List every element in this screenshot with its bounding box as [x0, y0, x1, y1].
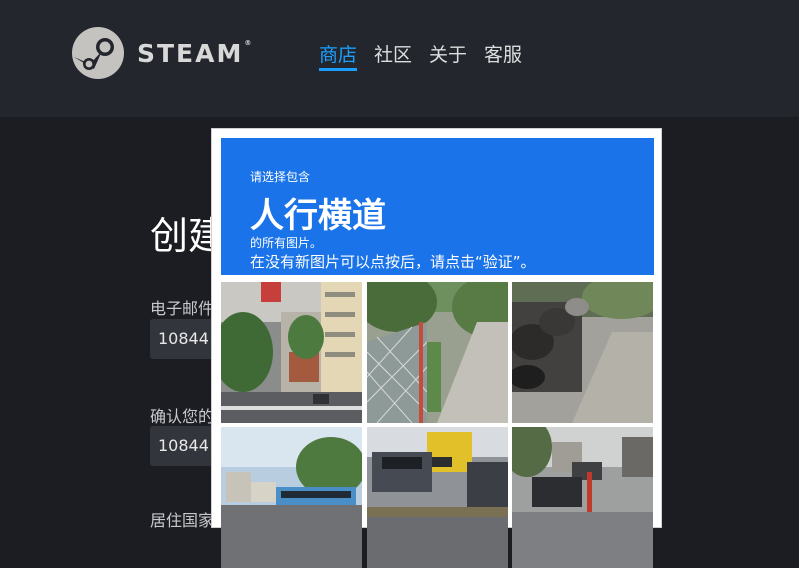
captcha-tile-5[interactable] [367, 427, 508, 568]
fence-sidewalk-image [367, 282, 508, 423]
captcha-banner: 请选择包含 人行横道 的所有图片。 在没有新图片可以点按后，请点击“验证”。 [221, 138, 654, 275]
email-label: 电子邮件 [150, 299, 215, 318]
traffic-truck-image [367, 427, 508, 568]
street-scene-image [221, 282, 362, 423]
captcha-tile-3[interactable] [512, 282, 653, 423]
country-label: 居住国家 [150, 511, 215, 530]
steam-logo[interactable]: STEAM® [72, 27, 253, 79]
captcha-dialog: 请选择包含 人行横道 的所有图片。 在没有新图片可以点按后，请点击“验证”。 [211, 128, 662, 568]
site-header: STEAM® 商店 社区 关于 客服 [0, 0, 799, 117]
steam-logo-icon [72, 27, 124, 79]
captcha-prompt-suffix: 的所有图片。 [250, 236, 323, 250]
main-nav: 商店 社区 关于 客服 [319, 42, 522, 71]
nav-support[interactable]: 客服 [484, 42, 522, 71]
logo-text: STEAM [137, 38, 244, 68]
registered-mark: ® [244, 38, 254, 47]
parked-motorbikes-image [512, 282, 653, 423]
captcha-prompt-prefix: 请选择包含 [250, 170, 311, 184]
confirm-email-label: 确认您的 [150, 407, 215, 426]
captcha-target: 人行横道 [250, 196, 386, 236]
logo-wordmark: STEAM® [137, 39, 253, 68]
captcha-hint: 在没有新图片可以点按后，请点击“验证”。 [250, 253, 536, 271]
captcha-tile-4[interactable] [221, 427, 362, 568]
captcha-tile-2[interactable] [367, 282, 508, 423]
nav-about[interactable]: 关于 [429, 42, 467, 71]
street-bus-image [221, 427, 362, 568]
captcha-tile-6[interactable] [512, 427, 653, 568]
road-cars-image [512, 427, 653, 568]
nav-store[interactable]: 商店 [319, 42, 358, 71]
captcha-tile-1[interactable] [221, 282, 362, 423]
nav-community[interactable]: 社区 [374, 42, 412, 71]
